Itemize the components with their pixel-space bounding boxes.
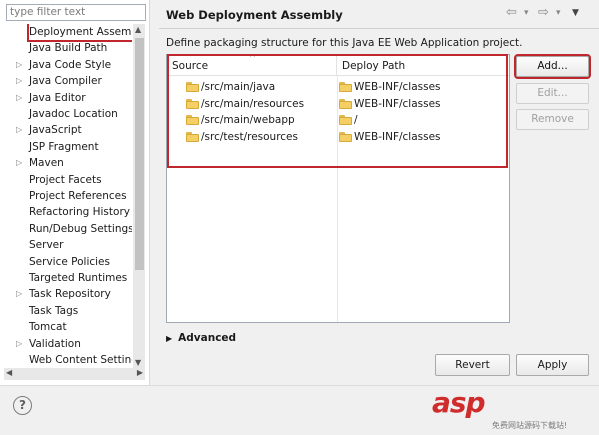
tree-item[interactable]: ▷ Task Repository — [4, 286, 132, 302]
expand-arrow-icon[interactable]: ▷ — [16, 57, 26, 73]
scroll-right-icon[interactable]: ▶ — [137, 368, 143, 377]
tree-item-label: Refactoring History — [29, 206, 130, 219]
watermark-logo-text: asp — [432, 386, 486, 419]
tree-item[interactable]: Project References — [4, 188, 132, 204]
tree-item-label: JavaScript — [29, 124, 82, 137]
tree-item[interactable]: Java Build Path — [4, 40, 132, 56]
advanced-section-toggle[interactable]: ▶ Advanced — [166, 332, 236, 344]
tree-item-label: Java Code Style — [29, 58, 112, 71]
page-description: Define packaging structure for this Java… — [166, 37, 523, 49]
tree-item[interactable]: Targeted Runtimes — [4, 270, 132, 286]
remove-button[interactable]: Remove — [516, 109, 589, 130]
tree-item-label: Java Editor — [29, 91, 86, 104]
tree-vertical-scrollbar[interactable]: ▲ ▼ — [133, 24, 145, 368]
tree-item[interactable]: Service Policies — [4, 254, 132, 270]
forward-icon[interactable]: ⇨ — [538, 5, 549, 20]
tree-item[interactable]: Refactoring History — [4, 204, 132, 220]
page-title: Web Deployment Assembly — [166, 8, 343, 22]
watermark-logo: asp 免费网站源码下载站! — [432, 386, 592, 434]
expand-arrow-icon[interactable]: ▷ — [16, 286, 26, 302]
scroll-thumb[interactable] — [135, 38, 144, 270]
highlight-table-box — [167, 54, 508, 168]
tree-item[interactable]: Deployment Assembly — [4, 24, 132, 42]
title-separator — [159, 28, 599, 29]
tree-item-label: Javadoc Location — [29, 108, 118, 120]
tree-item[interactable]: Web Content Settings — [4, 352, 132, 368]
tree-item[interactable]: ▷ Java Compiler — [4, 73, 132, 89]
tree-item-label: Targeted Runtimes — [29, 272, 128, 284]
filter-input[interactable]: type filter text — [6, 4, 146, 21]
expand-arrow-icon[interactable]: ▷ — [16, 336, 26, 352]
tree-item-label: Java Build Path — [29, 42, 108, 55]
tree-item-label: Service Policies — [29, 255, 110, 268]
view-menu-icon[interactable]: ▼ — [572, 8, 579, 18]
nav-toolbar: ⇦ ▾ ⇨ ▾ ▼ — [506, 5, 592, 23]
tree-item[interactable]: ▷ Validation — [4, 336, 132, 352]
tree-item-label: Validation — [29, 337, 81, 350]
back-icon[interactable]: ⇦ — [506, 5, 517, 20]
expand-arrow-icon: ▶ — [166, 334, 173, 343]
tree-item-label: Server — [29, 239, 64, 252]
tree-item[interactable]: Server — [4, 237, 132, 253]
advanced-label: Advanced — [178, 332, 237, 344]
scroll-up-icon[interactable]: ▲ — [135, 25, 141, 34]
tree-item-label: Task Repository — [29, 288, 111, 301]
tree-item-label: Task Tags — [29, 304, 79, 317]
tree-item-label: Deployment Assembly — [26, 24, 132, 42]
expand-arrow-icon[interactable]: ▷ — [16, 155, 26, 171]
add-button[interactable]: Add... — [514, 54, 591, 79]
expand-arrow-icon[interactable]: ▷ — [16, 90, 26, 106]
watermark-tagline: 免费网站源码下载站! — [492, 421, 568, 430]
tree-item[interactable]: JSP Fragment — [4, 139, 132, 155]
tree-item-label: Maven — [29, 157, 64, 170]
tree-item[interactable]: ▷ Java Editor — [4, 90, 132, 106]
tree-item[interactable]: Project Facets — [4, 172, 132, 188]
tree-item[interactable]: Run/Debug Settings — [4, 221, 132, 237]
tree-item[interactable]: Javadoc Location — [4, 106, 132, 122]
back-dropdown-icon[interactable]: ▾ — [524, 8, 529, 18]
tree-item-label: Java Compiler — [29, 75, 102, 88]
scroll-down-icon[interactable]: ▼ — [135, 358, 141, 367]
tree-item[interactable]: Task Tags — [4, 303, 132, 319]
tree-item-label: Project Facets — [29, 173, 102, 186]
tree-horizontal-scrollbar[interactable]: ◀ ▶ — [4, 368, 145, 380]
edit-button[interactable]: Edit... — [516, 83, 589, 104]
help-icon[interactable]: ? — [13, 396, 32, 415]
tree-item[interactable]: ▷ Java Code Style — [4, 57, 132, 73]
tree-item-label: Project References — [29, 190, 127, 202]
revert-button[interactable]: Revert — [435, 354, 510, 376]
scroll-left-icon[interactable]: ◀ — [6, 368, 12, 377]
tree-item[interactable]: ▷ JavaScript — [4, 122, 132, 138]
tree-item-label: Tomcat — [29, 321, 67, 334]
forward-dropdown-icon[interactable]: ▾ — [556, 8, 561, 18]
expand-arrow-icon[interactable]: ▷ — [16, 122, 26, 138]
tree-item[interactable]: ▷ Maven — [4, 155, 132, 171]
tree-item-label: Run/Debug Settings — [29, 222, 132, 235]
preferences-tree: Deployment AssemblyJava Build Path▷Java … — [4, 24, 132, 368]
tree-item-label: Web Content Settings — [29, 354, 132, 366]
tree-item[interactable]: Tomcat — [4, 319, 132, 335]
dialog-footer: ? asp 免费网站源码下载站! — [0, 385, 599, 435]
preferences-tree-panel: type filter text Deployment AssemblyJava… — [0, 0, 150, 385]
expand-arrow-icon[interactable]: ▷ — [16, 73, 26, 89]
tree-item-label: JSP Fragment — [29, 140, 99, 153]
apply-button[interactable]: Apply — [516, 354, 589, 376]
